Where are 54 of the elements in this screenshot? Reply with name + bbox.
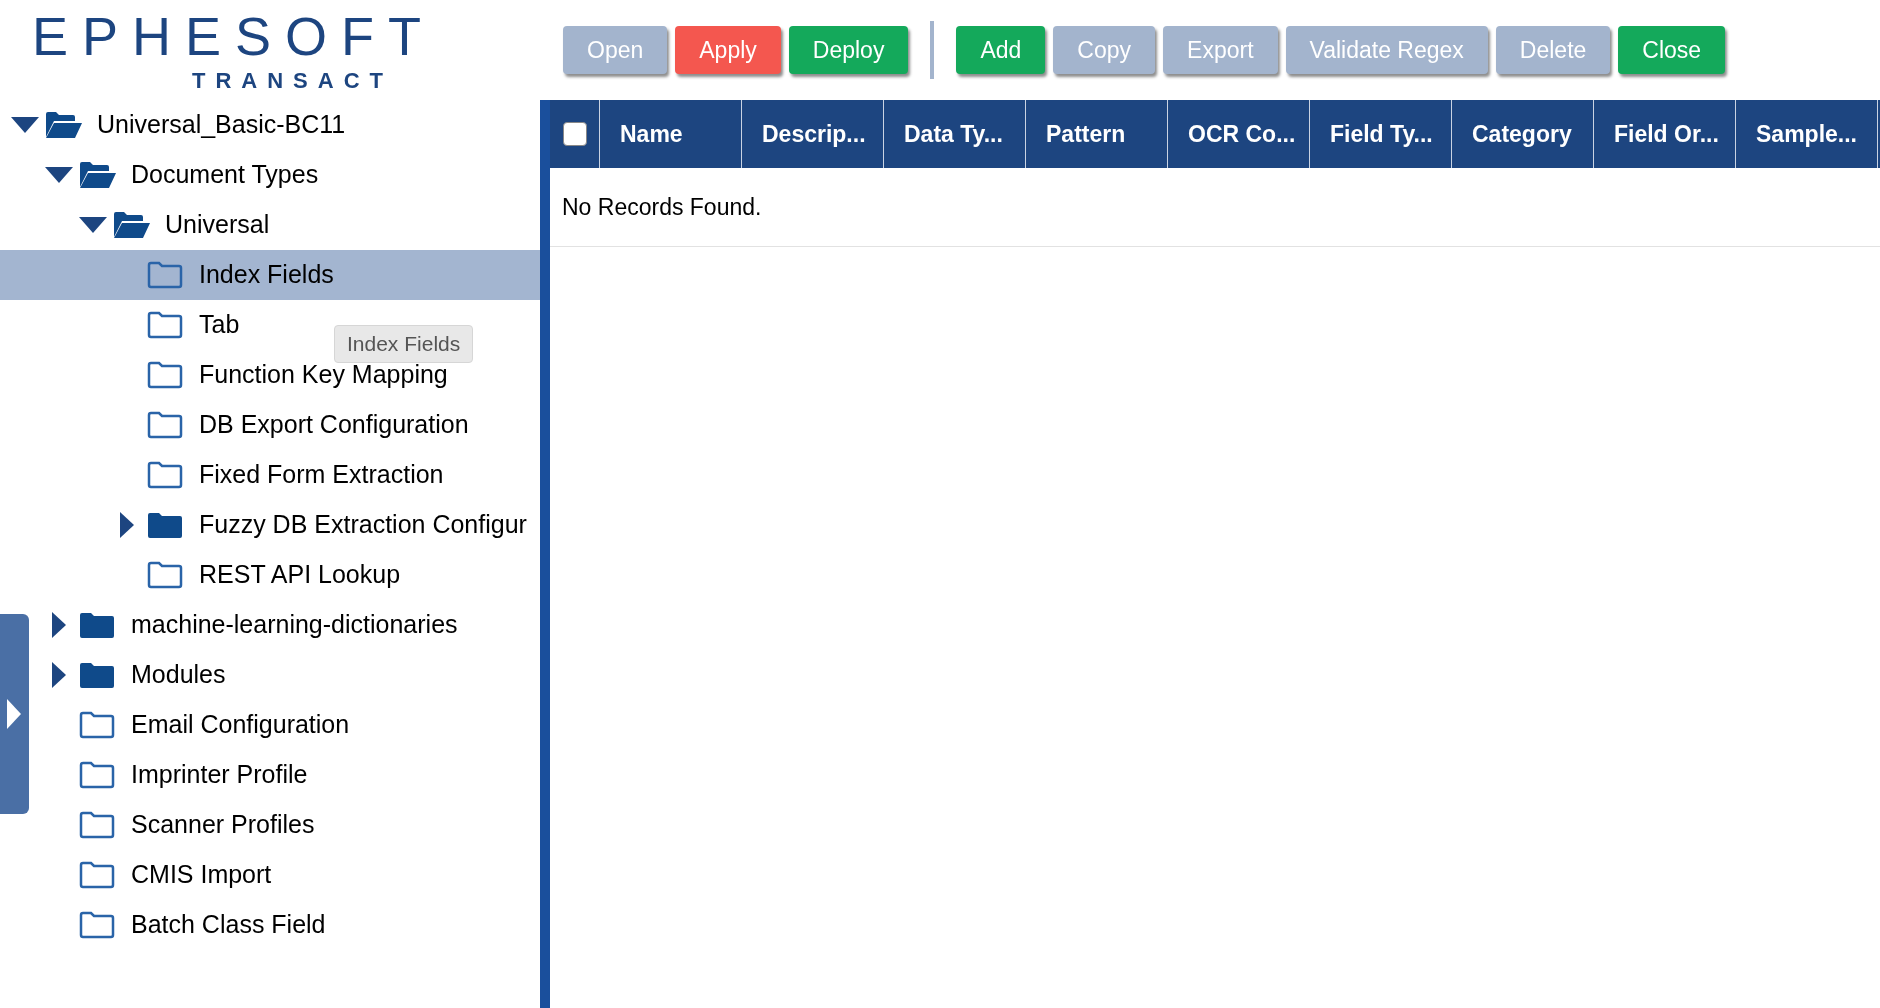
select-all-checkbox[interactable]: [562, 122, 587, 146]
tree-item[interactable]: Modules: [34, 650, 540, 700]
column-header[interactable]: Sample...: [1736, 100, 1878, 168]
folder-outline-icon: [79, 811, 115, 839]
folder-outline-icon: [147, 361, 183, 389]
open-folder-icon: [45, 111, 83, 139]
expand-triangle-icon[interactable]: [52, 662, 66, 688]
folder-outline-icon: [79, 761, 115, 789]
expand-arrow-icon: [7, 699, 21, 729]
expand-triangle-icon[interactable]: [52, 612, 66, 638]
tree-item[interactable]: Email Configuration: [34, 700, 540, 750]
empty-message: No Records Found.: [562, 192, 762, 222]
tree-item[interactable]: Batch Class Field: [34, 900, 540, 950]
open-folder-icon: [79, 161, 117, 189]
folder-outline-icon: [79, 911, 115, 939]
column-header[interactable]: OCR Co...: [1168, 100, 1310, 168]
folder-icon: [147, 511, 183, 539]
folder-outline-icon: [147, 561, 183, 589]
column-header[interactable]: Pattern: [1026, 100, 1168, 168]
folder-outline-icon: [147, 411, 183, 439]
tree-item[interactable]: machine-learning-dictionaries: [34, 600, 540, 650]
collapse-triangle-icon[interactable]: [79, 217, 107, 233]
tree-item[interactable]: Scanner Profiles: [34, 800, 540, 850]
folder-outline-icon: [147, 311, 183, 339]
column-header[interactable]: Data Ty...: [884, 100, 1026, 168]
folder-outline-icon: [79, 711, 115, 739]
tree-item[interactable]: REST API Lookup: [102, 550, 540, 600]
tree-item[interactable]: Fuzzy DB Extraction Configur: [102, 500, 540, 550]
logo-wordmark: EPHESOFT: [32, 8, 436, 64]
folder-icon: [79, 661, 115, 689]
folder-outline-icon: [79, 861, 115, 889]
folder-icon: [79, 611, 115, 639]
tree-item[interactable]: Index Fields: [0, 250, 540, 300]
column-header[interactable]: Field Or...: [1594, 100, 1736, 168]
expand-triangle-icon[interactable]: [120, 512, 134, 538]
column-header[interactable]: Field Ty...: [1310, 100, 1452, 168]
column-header[interactable]: Category: [1452, 100, 1594, 168]
open-folder-icon: [113, 211, 151, 239]
tree-item[interactable]: Document Types: [34, 150, 540, 200]
tree-item[interactable]: CMIS Import: [34, 850, 540, 900]
tree-item[interactable]: Universal_Basic-BC11: [0, 100, 540, 150]
tree-item[interactable]: Fixed Form Extraction: [102, 450, 540, 500]
collapse-triangle-icon[interactable]: [11, 117, 39, 133]
tree-item[interactable]: DB Export Configuration: [102, 400, 540, 450]
folder-outline-icon: [147, 261, 183, 289]
tree-item[interactable]: Universal: [68, 200, 540, 250]
tooltip: Index Fields: [334, 325, 474, 363]
folder-outline-icon: [147, 461, 183, 489]
panel-toggle-tab[interactable]: [0, 614, 29, 814]
tree-item[interactable]: Imprinter Profile: [34, 750, 540, 800]
column-header[interactable]: Name: [600, 100, 742, 168]
collapse-triangle-icon[interactable]: [45, 167, 73, 183]
logo-subtitle: TRANSACT: [192, 67, 394, 95]
column-header[interactable]: Descrip...: [742, 100, 884, 168]
